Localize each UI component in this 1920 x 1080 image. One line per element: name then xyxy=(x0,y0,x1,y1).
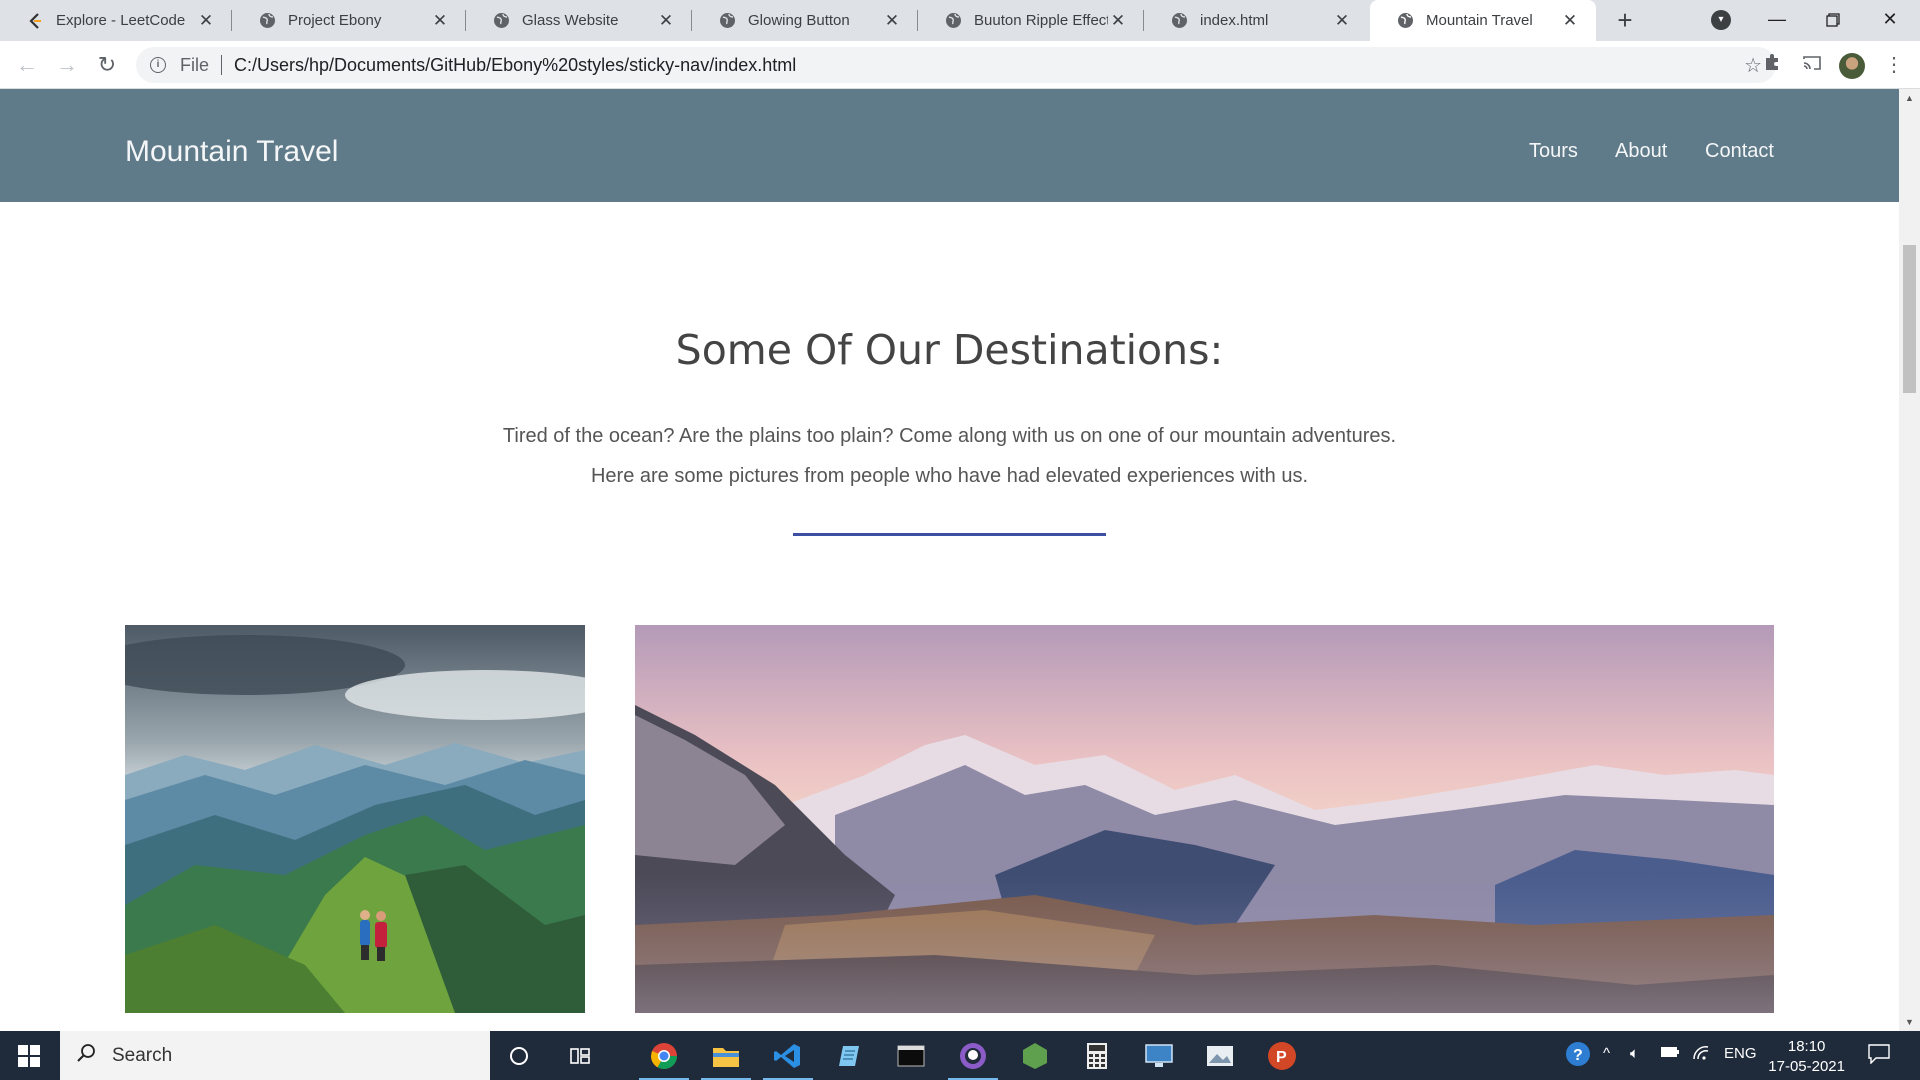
section-divider xyxy=(793,533,1106,536)
tab-close-icon[interactable]: ✕ xyxy=(196,11,216,31)
tab-mountain-travel[interactable]: Mountain Travel ✕ xyxy=(1370,0,1596,41)
windows-start-icon[interactable] xyxy=(18,1045,40,1067)
restore-icon[interactable] xyxy=(1803,0,1863,41)
volume-icon[interactable]: 🔈︎ xyxy=(1630,1045,1639,1062)
new-tab-button[interactable]: + xyxy=(1611,6,1639,34)
remote-desktop-icon[interactable] xyxy=(1142,1039,1176,1073)
tab-close-icon[interactable]: ✕ xyxy=(430,11,450,31)
site-logo[interactable]: Mountain Travel xyxy=(125,135,338,169)
tab-close-icon[interactable]: ✕ xyxy=(882,11,902,31)
forward-arrow-icon[interactable]: → xyxy=(51,49,83,81)
task-view-icon[interactable] xyxy=(563,1039,597,1073)
tab-button-ripple-effect[interactable]: Buuton Ripple Effect ✕ xyxy=(918,0,1144,41)
svg-text:?: ? xyxy=(1573,1047,1583,1064)
github-desktop-icon[interactable] xyxy=(948,1039,998,1080)
search-icon xyxy=(76,1043,100,1069)
terminal-icon[interactable] xyxy=(894,1039,928,1073)
reload-icon[interactable]: ↻ xyxy=(91,49,123,81)
nodejs-icon[interactable] xyxy=(1018,1039,1052,1073)
tab-index-html[interactable]: index.html ✕ xyxy=(1144,0,1368,41)
system-clock[interactable]: 18:10 17-05-2021 xyxy=(1768,1037,1845,1077)
globe-icon xyxy=(492,12,510,30)
tab-close-icon[interactable]: ✕ xyxy=(1332,11,1352,31)
menu-kebab-icon[interactable]: ⋮ xyxy=(1882,53,1906,77)
globe-icon xyxy=(718,12,736,30)
windows-taskbar: Search P ? ^ 🔈︎ ENG 18:10 17-05-2021 xyxy=(0,1031,1920,1080)
tray-chevron-icon[interactable]: ^ xyxy=(1603,1045,1610,1062)
url-text[interactable]: C:/Users/hp/Documents/GitHub/Ebony%20sty… xyxy=(234,55,796,76)
tab-label: Glass Website xyxy=(522,12,619,29)
intro-line-1: Tired of the ocean? Are the plains too p… xyxy=(502,425,1397,447)
alpine-sunrise-valley-photo xyxy=(635,625,1774,1013)
tab-label: Explore - LeetCode xyxy=(56,12,186,29)
address-divider xyxy=(221,55,223,75)
back-arrow-icon[interactable]: ← xyxy=(11,49,43,81)
tab-label: index.html xyxy=(1200,12,1269,29)
section-heading: Some Of Our Destinations: xyxy=(675,326,1224,374)
extensions-puzzle-icon[interactable] xyxy=(1760,53,1784,77)
nav-link-contact[interactable]: Contact xyxy=(1705,140,1774,163)
tab-strip: Explore - LeetCode ✕ Project Ebony ✕ Gla… xyxy=(0,0,1920,41)
browser-toolbar: ← → ↻ i File C:/Users/hp/Documents/GitHu… xyxy=(0,41,1920,89)
scrollbar-thumb[interactable] xyxy=(1903,245,1916,393)
tab-leetcode[interactable]: Explore - LeetCode ✕ xyxy=(0,0,232,41)
minimize-icon[interactable]: — xyxy=(1747,0,1807,41)
page-viewport: Mountain Travel Tours About Contact Some… xyxy=(0,89,1920,1031)
close-window-icon[interactable]: ✕ xyxy=(1860,0,1920,41)
language-indicator[interactable]: ENG xyxy=(1724,1045,1757,1062)
tab-label: Glowing Button xyxy=(748,12,850,29)
hikers-on-green-ridge-photo xyxy=(125,625,585,1013)
tab-glass-website[interactable]: Glass Website ✕ xyxy=(466,0,692,41)
clock-date: 17-05-2021 xyxy=(1768,1058,1845,1075)
leetcode-icon xyxy=(26,12,44,30)
tab-project-ebony[interactable]: Project Ebony ✕ xyxy=(232,0,466,41)
tab-close-icon[interactable]: ✕ xyxy=(656,11,676,31)
page-scrollbar[interactable]: ▲ ▼ xyxy=(1899,89,1920,1031)
scheme-label: File xyxy=(180,54,210,75)
tab-label: Buuton Ripple Effect xyxy=(974,12,1108,29)
scroll-up-arrow-icon[interactable]: ▲ xyxy=(1905,93,1914,103)
globe-icon xyxy=(258,12,276,30)
site-info-icon[interactable]: i xyxy=(150,57,166,73)
tab-close-icon[interactable]: ✕ xyxy=(1560,11,1580,31)
cortana-icon[interactable] xyxy=(502,1039,536,1073)
globe-icon xyxy=(1396,12,1414,30)
search-placeholder: Search xyxy=(112,1044,173,1066)
tab-search-icon[interactable]: ▾ xyxy=(1711,10,1731,30)
scroll-down-arrow-icon[interactable]: ▼ xyxy=(1905,1017,1914,1027)
tab-close-icon[interactable]: ✕ xyxy=(1108,11,1128,31)
nav-link-about[interactable]: About xyxy=(1615,140,1667,163)
notifications-icon[interactable] xyxy=(1868,1044,1890,1068)
profile-avatar[interactable] xyxy=(1839,53,1865,79)
vscode-icon[interactable] xyxy=(763,1039,813,1080)
help-icon[interactable]: ? xyxy=(1565,1041,1591,1071)
wifi-icon[interactable] xyxy=(1692,1045,1710,1065)
tab-label: Mountain Travel xyxy=(1426,12,1533,29)
notepad-icon[interactable] xyxy=(833,1039,867,1073)
globe-icon xyxy=(944,12,962,30)
chrome-icon[interactable] xyxy=(639,1039,689,1080)
intro-line-2: Here are some pictures from people who h… xyxy=(590,465,1309,487)
svg-text:P: P xyxy=(1276,1049,1287,1066)
photos-icon[interactable] xyxy=(1203,1039,1237,1073)
cast-icon[interactable] xyxy=(1800,53,1824,77)
battery-icon[interactable] xyxy=(1660,1045,1680,1062)
powerpoint-icon[interactable]: P xyxy=(1265,1039,1299,1073)
calculator-icon[interactable] xyxy=(1080,1039,1114,1073)
nav-link-tours[interactable]: Tours xyxy=(1529,140,1578,163)
tab-label: Project Ebony xyxy=(288,12,382,29)
clock-time: 18:10 xyxy=(1787,1038,1826,1055)
site-navbar: Mountain Travel Tours About Contact xyxy=(0,89,1899,202)
taskbar-search-box[interactable]: Search xyxy=(60,1031,490,1080)
address-bar[interactable]: i File C:/Users/hp/Documents/GitHub/Ebon… xyxy=(136,47,1776,83)
file-explorer-icon[interactable] xyxy=(701,1039,751,1080)
tab-glowing-button[interactable]: Glowing Button ✕ xyxy=(692,0,918,41)
globe-icon xyxy=(1170,12,1188,30)
